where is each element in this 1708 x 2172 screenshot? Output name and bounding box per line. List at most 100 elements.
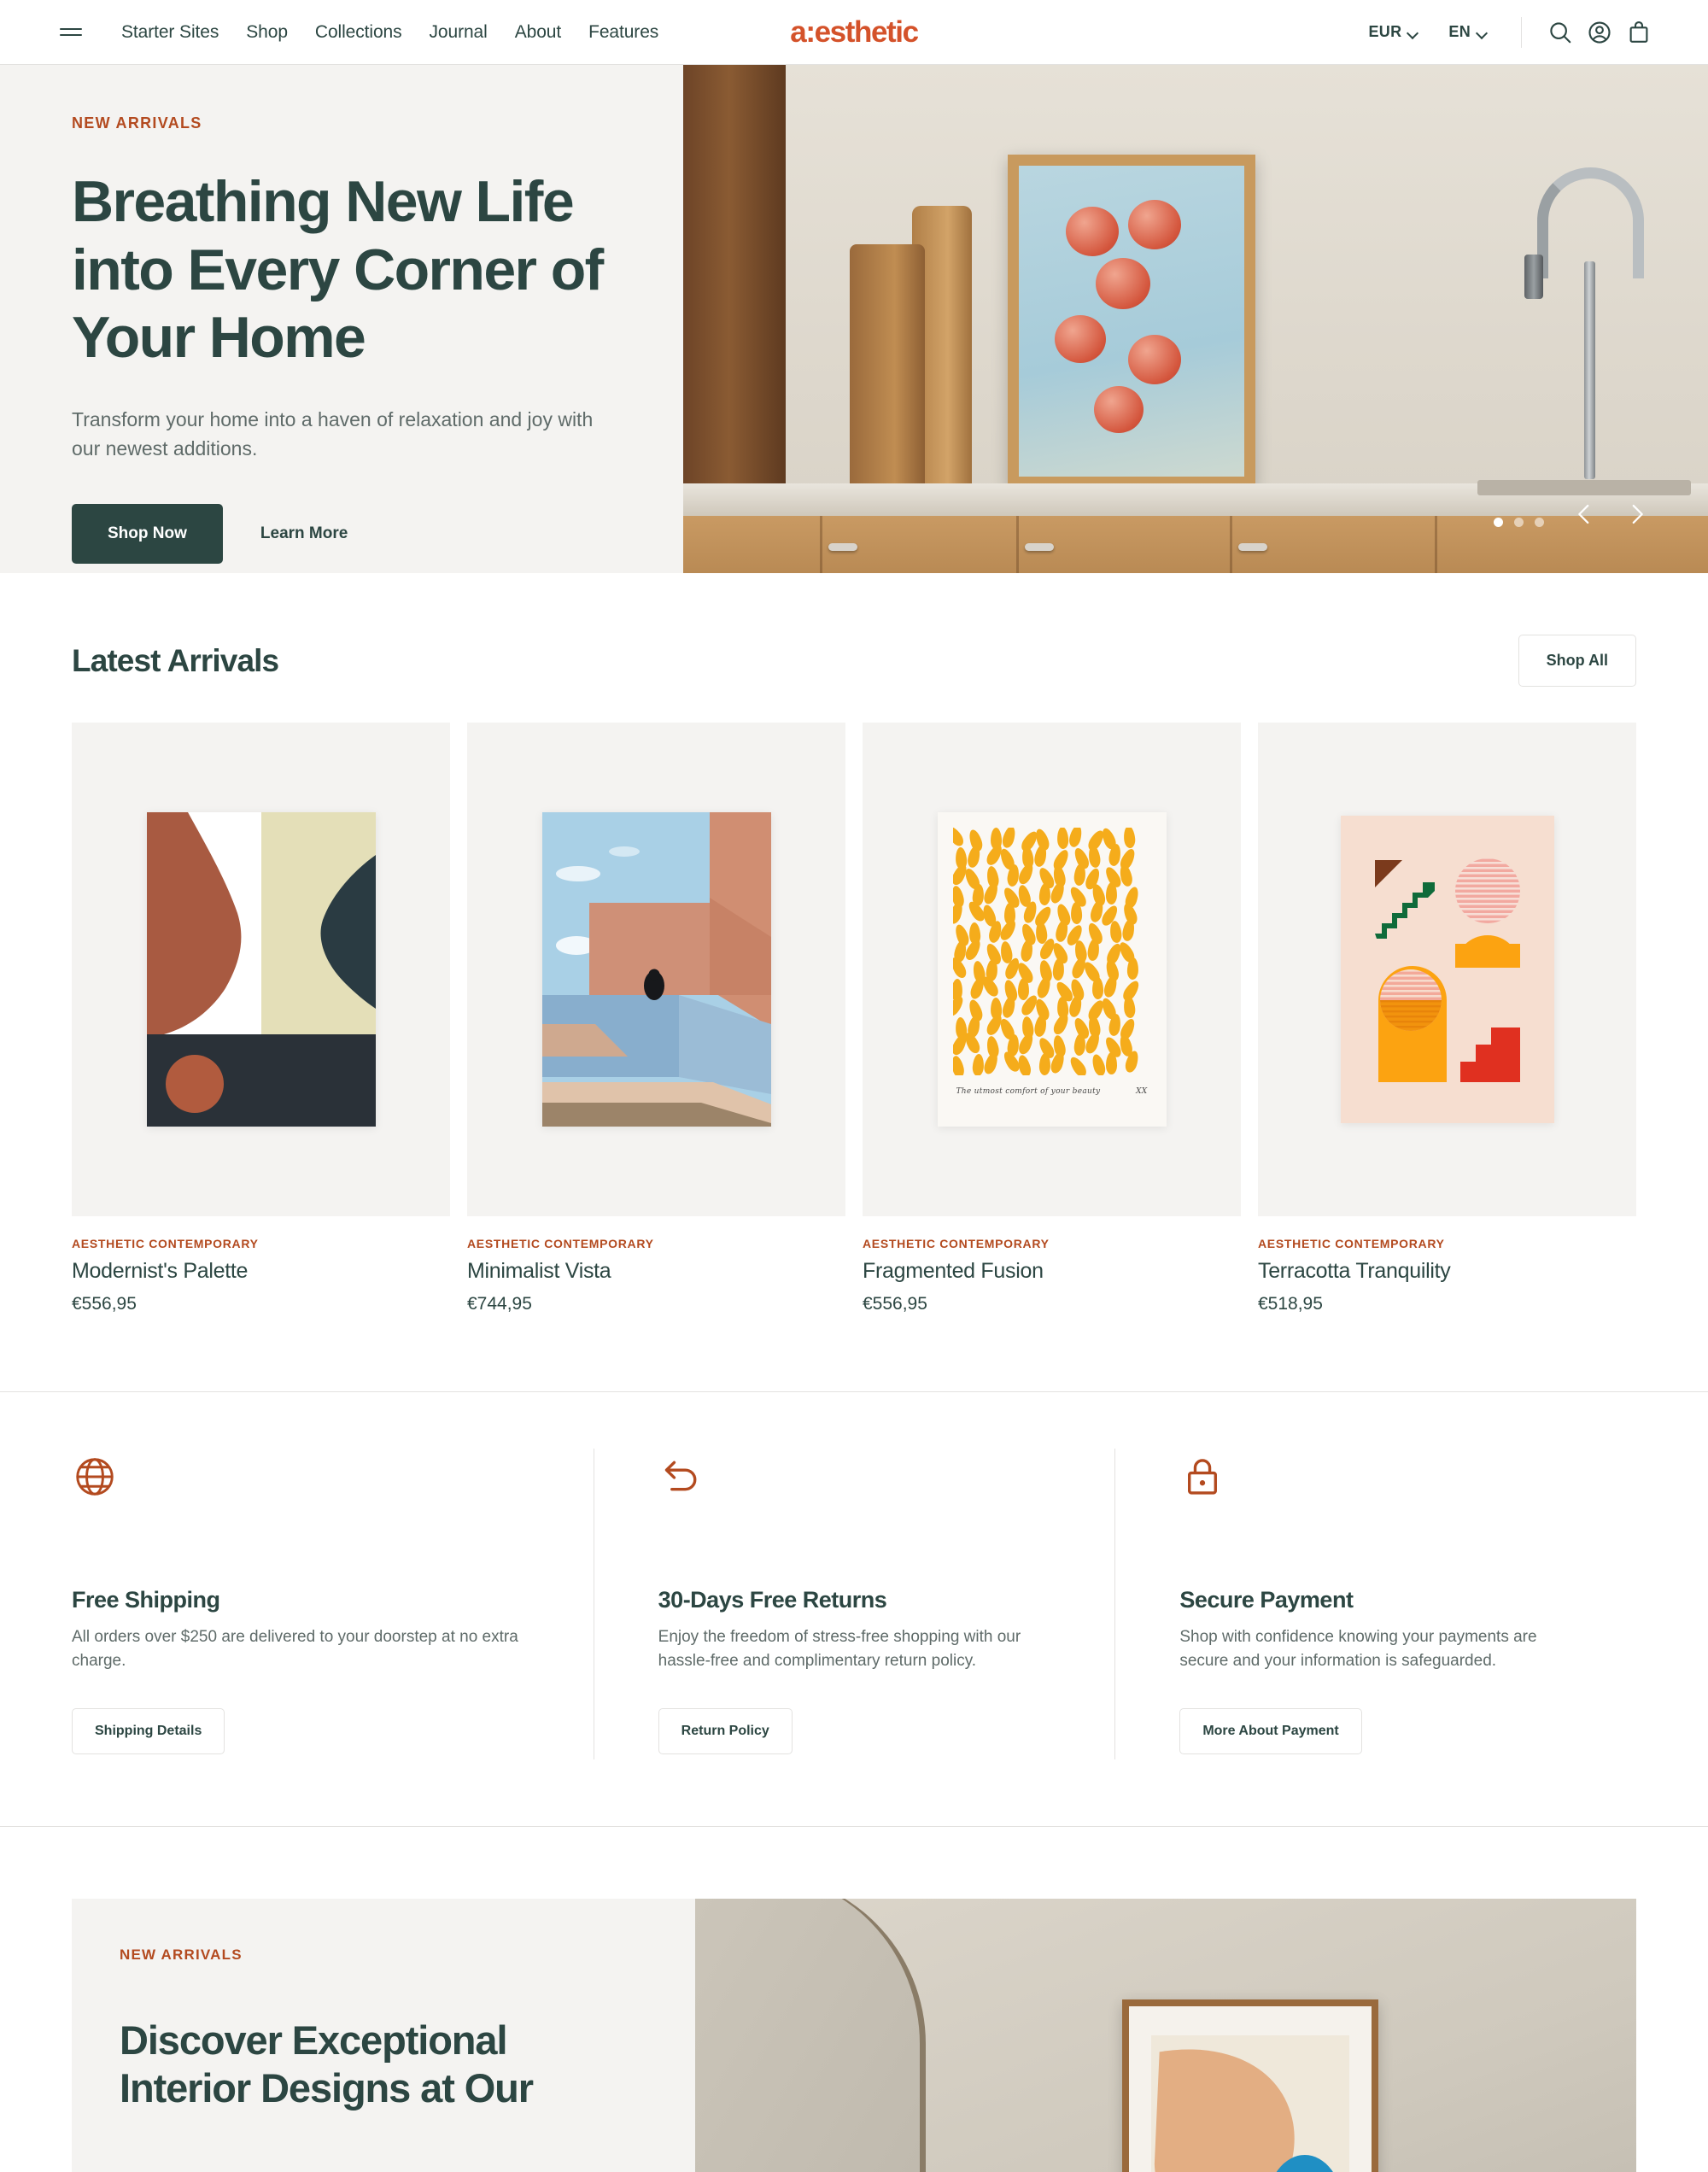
more-about-payment-button[interactable]: More About Payment: [1179, 1708, 1362, 1755]
learn-more-button[interactable]: Learn More: [238, 504, 370, 564]
caption-mark: XX: [1136, 1087, 1148, 1096]
squiggle-mark: [1015, 1031, 1036, 1057]
poster-artwork: [146, 812, 376, 1127]
carousel-prev-button[interactable]: [1558, 488, 1611, 541]
product-price: €518,95: [1258, 1294, 1323, 1314]
cabinet-seam: [1230, 516, 1232, 573]
poster-handwritten-caption: The utmost comfort of your beauty XX: [956, 1087, 1148, 1096]
return-policy-button[interactable]: Return Policy: [658, 1708, 793, 1755]
product-name[interactable]: Terracotta Tranquility: [1258, 1259, 1636, 1284]
squiggle-mark: [1089, 1052, 1108, 1075]
product-image-fragmented-fusion[interactable]: The utmost comfort of your beauty XX: [863, 723, 1241, 1216]
nav-item-shop[interactable]: Shop: [246, 22, 288, 43]
hero-title: Breathing New Life into Every Corner of …: [72, 169, 604, 371]
squiggle-mark: [952, 828, 966, 849]
return-arrow-icon: [664, 1461, 697, 1491]
promo-title: Discover Exceptional Interior Designs at…: [120, 2017, 534, 2111]
leaning-framed-print: [1122, 1999, 1378, 2172]
apple-shape: [1128, 200, 1181, 249]
squiggle-mark: [1056, 828, 1069, 850]
product-category: AESTHETIC CONTEMPORARY: [1258, 1237, 1445, 1250]
carousel-next-button[interactable]: [1611, 488, 1664, 541]
product-name[interactable]: Modernist's Palette: [72, 1259, 450, 1284]
feature-description: All orders over $250 are delivered to yo…: [72, 1628, 518, 1670]
shop-now-button[interactable]: Shop Now: [72, 503, 223, 564]
squiggle-mark: [1032, 843, 1048, 869]
lock-icon: [1188, 1459, 1218, 1495]
search-button[interactable]: [1541, 13, 1580, 52]
product-name[interactable]: Fragmented Fusion: [863, 1259, 1241, 1284]
nav-item-features[interactable]: Features: [588, 22, 658, 43]
squiggle-mark: [1108, 920, 1123, 944]
hero-eyebrow: NEW ARRIVALS: [72, 114, 202, 132]
cabinet-knob: [1025, 543, 1054, 551]
currency-selector[interactable]: EUR: [1353, 23, 1433, 41]
squiggle-mark: [981, 881, 1000, 906]
squiggle-mark: [952, 993, 966, 1019]
poster-artwork: The utmost comfort of your beauty XX: [937, 812, 1167, 1127]
squiggle-mark: [1105, 881, 1117, 905]
section-header: Latest Arrivals Shop All: [72, 635, 1636, 687]
nav-item-collections[interactable]: Collections: [315, 22, 402, 43]
abstract-shapes-artwork: [146, 812, 376, 1127]
product-category: AESTHETIC CONTEMPORARY: [467, 1237, 654, 1250]
product-card[interactable]: The utmost comfort of your beauty XX AES…: [863, 723, 1241, 1314]
squiggle-mark: [1015, 861, 1036, 887]
header-divider: [1521, 16, 1522, 48]
site-logo[interactable]: a:esthetic: [790, 15, 919, 50]
squiggle-pattern-artwork: [952, 828, 1151, 1075]
apple-shape: [1066, 207, 1119, 256]
framed-artwork: [1008, 155, 1255, 488]
feature-free-returns: 30-Days Free Returns Enjoy the freedom o…: [593, 1448, 1115, 1760]
nav-item-starter-sites[interactable]: Starter Sites: [121, 22, 219, 43]
cabinet-seam: [820, 516, 822, 573]
squiggle-mark: [1032, 1014, 1048, 1038]
product-card[interactable]: AESTHETIC CONTEMPORARY Terracotta Tranqu…: [1258, 723, 1636, 1314]
account-button[interactable]: [1580, 13, 1619, 52]
poster-artwork: [541, 812, 771, 1127]
nav-item-about[interactable]: About: [515, 22, 561, 43]
carousel-dot-3[interactable]: [1535, 518, 1544, 527]
product-image-minimalist-vista[interactable]: [467, 723, 845, 1216]
feature-secure-payment: Secure Payment Shop with confidence know…: [1114, 1448, 1636, 1760]
feature-icon-wrap: [72, 1454, 532, 1519]
squiggle-mark: [1102, 974, 1119, 999]
hero-image: [683, 65, 1708, 573]
squiggle-mark: [1067, 828, 1084, 849]
cart-button[interactable]: [1619, 13, 1658, 52]
account-icon: [1588, 20, 1611, 44]
hamburger-bar: [60, 34, 82, 36]
apple-shape: [1094, 386, 1144, 433]
squiggle-mark: [1000, 994, 1017, 1020]
product-image-terracotta-tranquility[interactable]: [1258, 723, 1636, 1216]
promo-content: NEW ARRIVALS Discover Exceptional Interi…: [72, 1899, 695, 2172]
squiggle-mark: [952, 1054, 966, 1075]
carousel-dot-2[interactable]: [1514, 518, 1524, 527]
hero-cta-group: Shop Now Learn More: [72, 503, 615, 564]
hamburger-icon[interactable]: [60, 24, 85, 41]
squiggle-mark: [981, 1051, 1000, 1075]
product-name[interactable]: Minimalist Vista: [467, 1259, 845, 1284]
carousel-dot-1[interactable]: [1494, 518, 1503, 527]
product-grid: AESTHETIC CONTEMPORARY Modernist's Palet…: [72, 723, 1636, 1314]
squiggle-mark: [1070, 901, 1082, 925]
feature-free-shipping: Free Shipping All orders over $250 are d…: [72, 1454, 594, 1755]
hamburger-bar: [60, 28, 82, 30]
latest-arrivals-section: Latest Arrivals Shop All AESTHETIC CONTE: [0, 573, 1708, 1391]
squiggle-mark: [1086, 845, 1102, 869]
apple-shape: [1096, 258, 1150, 309]
squiggle-mark: [1073, 1033, 1086, 1057]
cutting-board-front: [850, 244, 925, 488]
site-header: Starter Sites Shop Collections Journal A…: [0, 0, 1708, 65]
nav-item-journal[interactable]: Journal: [430, 22, 488, 43]
language-selector[interactable]: EN: [1433, 23, 1502, 41]
shipping-details-button[interactable]: Shipping Details: [72, 1708, 225, 1755]
kitchen-cabinets: [683, 516, 1708, 573]
product-card[interactable]: AESTHETIC CONTEMPORARY Modernist's Palet…: [72, 723, 450, 1314]
shop-all-button[interactable]: Shop All: [1518, 635, 1636, 687]
currency-value: EUR: [1368, 23, 1402, 40]
globe-icon: [76, 1458, 114, 1496]
promo-image: [695, 1899, 1636, 2172]
product-card[interactable]: AESTHETIC CONTEMPORARY Minimalist Vista …: [467, 723, 845, 1314]
product-image-modernists-palette[interactable]: [72, 723, 450, 1216]
